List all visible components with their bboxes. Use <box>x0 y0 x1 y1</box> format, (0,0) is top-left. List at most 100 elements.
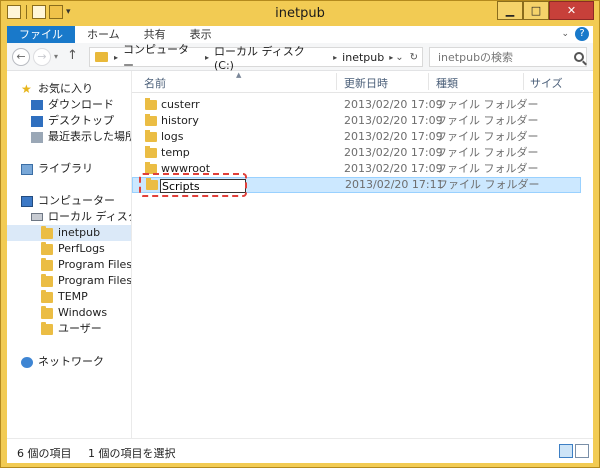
nav-item-desktop[interactable]: デスクトップ <box>31 113 114 129</box>
column-divider[interactable] <box>523 73 524 90</box>
address-dropdown-icon[interactable]: ⌄ <box>395 52 403 63</box>
search-icon[interactable] <box>574 52 584 62</box>
chevron-right-icon[interactable]: ▸ <box>333 53 337 62</box>
folder-icon <box>145 130 157 142</box>
nav-item-recent-places[interactable]: 最近表示した場所 <box>31 129 131 145</box>
breadcrumb-local-disk[interactable]: ローカル ディスク (C:) <box>214 43 328 72</box>
navigation-pane[interactable]: ★ お気に入り ダウンロード デスクトップ 最近表示した場所 ライブラリ コンピュ… <box>7 71 132 438</box>
nav-folder-program-files-x86[interactable]: Program Files (x <box>41 273 131 289</box>
file-type: ファイル フォルダー <box>436 162 539 175</box>
maximize-button[interactable]: □ <box>523 1 549 20</box>
breadcrumb-inetpub[interactable]: inetpub <box>342 51 384 64</box>
library-icon <box>21 163 33 175</box>
folder-icon <box>41 305 53 319</box>
nav-folder-windows[interactable]: Windows <box>41 305 107 321</box>
column-divider[interactable] <box>336 73 337 90</box>
navigation-bar: ← → ▾ ↑ ▸ コンピューター ▸ ローカル ディスク (C:) ▸ ine… <box>7 43 593 72</box>
chevron-right-icon[interactable]: ▸ <box>114 53 118 62</box>
column-headers: ▲ 名前 更新日時 種類 サイズ <box>132 71 593 93</box>
star-icon: ★ <box>21 81 32 96</box>
column-header-type[interactable]: 種類 <box>436 75 458 91</box>
search-input[interactable] <box>436 49 570 65</box>
file-name: history <box>161 114 199 127</box>
file-modified: 2013/02/20 17:09 <box>344 114 443 127</box>
item-count: 6 個の項目 <box>17 447 72 460</box>
folder-icon <box>41 257 53 271</box>
folder-icon <box>41 225 53 239</box>
file-type: ファイル フォルダー <box>436 130 539 143</box>
details-view-icon[interactable] <box>559 444 573 458</box>
nav-folder-temp[interactable]: TEMP <box>41 289 88 305</box>
column-divider[interactable] <box>428 73 429 90</box>
folder-icon <box>41 289 53 303</box>
chevron-right-icon[interactable]: ▸ <box>205 53 209 62</box>
column-header-size[interactable]: サイズ <box>530 75 563 91</box>
sort-ascending-icon: ▲ <box>236 71 242 79</box>
refresh-icon[interactable]: ↻ <box>410 52 418 63</box>
chevron-right-icon[interactable]: ▸ <box>389 53 393 62</box>
file-row-temp[interactable]: temp 2013/02/20 17:09 ファイル フォルダー <box>132 145 581 161</box>
window-controls: ▁ □ ✕ <box>497 1 594 20</box>
file-type: ファイル フォルダー <box>437 178 540 191</box>
file-modified: 2013/02/20 17:09 <box>344 98 443 111</box>
file-row-custerr[interactable]: custerr 2013/02/20 17:09 ファイル フォルダー <box>132 97 581 113</box>
breadcrumb-computer[interactable]: コンピューター <box>123 41 200 73</box>
large-icons-view-icon[interactable] <box>575 444 589 458</box>
computer-icon <box>21 195 33 207</box>
tab-file[interactable]: ファイル <box>7 26 75 43</box>
nav-local-disk[interactable]: ローカル ディスク (C:) <box>31 209 131 225</box>
search-box[interactable] <box>429 47 587 67</box>
expand-ribbon-icon[interactable]: ⌄ <box>555 26 575 43</box>
desktop-icon <box>31 115 43 127</box>
file-name: logs <box>161 130 184 143</box>
file-modified: 2013/02/20 17:09 <box>344 162 443 175</box>
nav-folder-users[interactable]: ユーザー <box>41 321 102 337</box>
title-bar: ▾ inetpub ▁ □ ✕ <box>1 1 599 26</box>
file-name: temp <box>161 146 190 159</box>
nav-computer[interactable]: コンピューター <box>21 193 115 209</box>
folder-icon <box>145 146 157 158</box>
address-bar[interactable]: ▸ コンピューター ▸ ローカル ディスク (C:) ▸ inetpub ▸ ⌄… <box>89 43 423 72</box>
folder-icon <box>145 98 157 110</box>
up-button[interactable]: ↑ <box>67 48 78 63</box>
recent-places-icon <box>31 131 43 143</box>
selection-count: 1 個の項目を選択 <box>88 447 176 460</box>
file-type: ファイル フォルダー <box>436 146 539 159</box>
folder-icon <box>41 321 53 335</box>
highlight-annotation <box>139 173 247 197</box>
folder-icon <box>145 114 157 126</box>
nav-folder-perflogs[interactable]: PerfLogs <box>41 241 105 257</box>
file-type: ファイル フォルダー <box>436 114 539 127</box>
recent-locations-dropdown-icon[interactable]: ▾ <box>54 52 58 61</box>
content-area: ★ お気に入り ダウンロード デスクトップ 最近表示した場所 ライブラリ コンピュ… <box>7 71 593 438</box>
close-button[interactable]: ✕ <box>549 1 594 20</box>
help-icon[interactable]: ? <box>575 27 589 41</box>
folder-icon <box>41 241 53 255</box>
folder-icon <box>95 52 108 62</box>
nav-network[interactable]: ネットワーク <box>21 354 104 370</box>
file-modified: 2013/02/20 17:11 <box>345 178 444 191</box>
folder-icon <box>41 273 53 287</box>
nav-item-downloads[interactable]: ダウンロード <box>31 97 114 113</box>
nav-folder-inetpub[interactable]: inetpub <box>7 225 131 241</box>
address-tools: ⌄ ↻ <box>395 52 418 63</box>
nav-folder-program-files[interactable]: Program Files <box>41 257 131 273</box>
drive-icon <box>31 213 43 221</box>
network-icon <box>21 356 33 368</box>
file-row-logs[interactable]: logs 2013/02/20 17:09 ファイル フォルダー <box>132 129 581 145</box>
status-bar: 6 個の項目 1 個の項目を選択 <box>7 438 593 463</box>
minimize-button[interactable]: ▁ <box>497 1 523 20</box>
file-list[interactable]: ▲ 名前 更新日時 種類 サイズ custerr 2013/02/20 17:0… <box>132 71 593 438</box>
explorer-window: ▾ inetpub ▁ □ ✕ ファイル ホーム 共有 表示 ⌄ ? ← → ▾… <box>0 0 600 468</box>
column-header-modified[interactable]: 更新日時 <box>344 75 388 91</box>
ribbon-tabs: ファイル ホーム 共有 表示 ⌄ ? <box>7 26 593 43</box>
nav-favorites[interactable]: ★ お気に入り <box>21 81 93 97</box>
nav-libraries[interactable]: ライブラリ <box>21 161 93 177</box>
file-row-history[interactable]: history 2013/02/20 17:09 ファイル フォルダー <box>132 113 581 129</box>
column-header-name[interactable]: 名前 <box>144 75 166 91</box>
download-icon <box>31 100 43 110</box>
forward-button[interactable]: → <box>33 48 51 66</box>
file-name: custerr <box>161 98 200 111</box>
file-type: ファイル フォルダー <box>436 98 539 111</box>
back-button[interactable]: ← <box>12 48 30 66</box>
